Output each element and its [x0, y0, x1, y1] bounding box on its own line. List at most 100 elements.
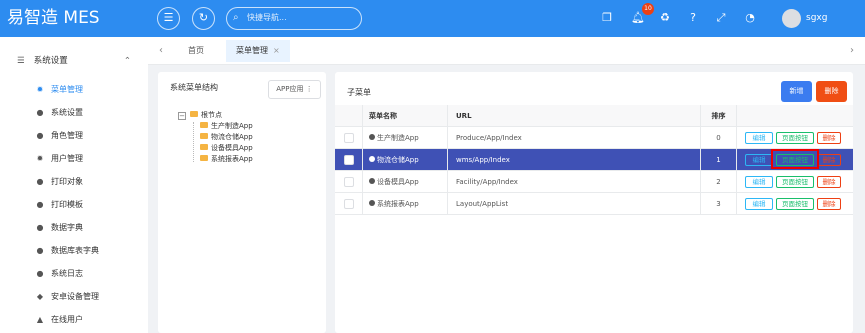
sidebar-item-data-dictionary[interactable]: ● 数据字典 [35, 218, 140, 238]
sidebar-group-label: 系统设置 [33, 56, 68, 66]
row-checkbox[interactable] [344, 177, 354, 187]
refresh-icon[interactable]: ↻ [192, 7, 215, 30]
sidebar-item-print-object[interactable]: ● 打印对象 [35, 172, 140, 192]
dashboard-icon[interactable]: ◔ [742, 10, 758, 26]
page-buttons-button[interactable]: 页面按钮 [776, 176, 814, 188]
sidebar-item-label: 菜单管理 [51, 85, 83, 94]
sidebar-item-label: 系统日志 [51, 269, 83, 278]
menu-name-cell: 设备模具App [363, 171, 448, 193]
sidebar-item-label: 安卓设备管理 [51, 292, 99, 301]
sidebar-item-db-table-dictionary[interactable]: ● 数据库表字典 [35, 241, 140, 261]
tree-node-root[interactable]: 根节点 [190, 110, 222, 121]
url-cell: Facility/App/Index [448, 171, 701, 193]
app-logo: 易智造 MES [7, 8, 100, 28]
remove-button[interactable]: 删除 [817, 154, 841, 166]
top-bar: 易智造 MES ☰ ↻ ⌕ 快捷导航... ❐ 🔔︎ 10 ♻ ? ⤢ ◔ sg… [0, 0, 865, 37]
circle-icon: ● [36, 269, 44, 278]
user-icon: ▲ [36, 315, 44, 324]
sidebar-item-system-settings[interactable]: ● 系统设置 [35, 103, 140, 123]
row-checkbox[interactable] [344, 133, 354, 143]
list-icon: ☰ [17, 56, 25, 66]
row-select-cell [335, 171, 363, 193]
table-row[interactable]: 设备模具App Facility/App/Index 2 编辑 页面按钮 删除 [335, 171, 853, 193]
tree-line [193, 122, 194, 162]
page-buttons-button[interactable]: 页面按钮 [776, 198, 814, 210]
tree-node[interactable]: 设备模具App [200, 143, 253, 154]
windows-icon[interactable]: ❐ [599, 10, 615, 26]
circle-icon: ● [36, 108, 44, 117]
delete-button[interactable]: 删除 [816, 81, 847, 102]
row-select-cell [335, 149, 363, 171]
folder-icon [190, 111, 198, 117]
sidebar-group-system-settings[interactable]: ☰ 系统设置 ⌃ [17, 51, 137, 71]
tab-label: 首页 [188, 46, 204, 55]
avatar[interactable] [782, 9, 801, 28]
menu-tree-panel: 系统菜单结构 APP应用 ⋮ − 根节点 生产制造App 物流仓储App 设备模… [158, 72, 326, 333]
recycle-icon[interactable]: ♻ [657, 10, 673, 26]
sidebar-item-label: 在线用户 [51, 315, 83, 324]
table-row[interactable]: 系统报表App Layout/AppList 3 编辑 页面按钮 删除 [335, 193, 853, 215]
sidebar-item-label: 系统设置 [51, 108, 83, 117]
tabs-bar: ‹ 首页 菜单管理 × › [148, 37, 865, 65]
sidebar-item-role-management[interactable]: ● 角色管理 [35, 126, 140, 146]
sidebar-item-menu-management[interactable]: ✹ 菜单管理 [35, 80, 140, 100]
panel-title: 子菜单 [347, 88, 371, 97]
sidebar-item-print-template[interactable]: ● 打印模板 [35, 195, 140, 215]
close-icon[interactable]: × [273, 46, 280, 55]
column-header: 排序 [701, 105, 737, 127]
table-row[interactable]: 生产制造App Produce/App/Index 0 编辑 页面按钮 删除 [335, 127, 853, 149]
remove-button[interactable]: 删除 [817, 198, 841, 210]
tree-node[interactable]: 系统报表App [200, 154, 253, 165]
row-checkbox[interactable] [344, 155, 354, 165]
scrollbar[interactable] [857, 72, 865, 333]
page-buttons-button[interactable]: 页面按钮 [776, 132, 814, 144]
sidebar-item-android-device[interactable]: ◆ 安卓设备管理 [35, 287, 140, 307]
column-header: 菜单名称 [363, 105, 448, 127]
folder-icon [200, 155, 208, 161]
sidebar-item-system-log[interactable]: ● 系统日志 [35, 264, 140, 284]
remove-button[interactable]: 删除 [817, 176, 841, 188]
order-cell: 2 [701, 171, 737, 193]
edit-button[interactable]: 编辑 [745, 132, 773, 144]
check-circle-icon [369, 200, 375, 206]
remove-button[interactable]: 删除 [817, 132, 841, 144]
menu-name-cell: 物流仓储App [363, 149, 448, 171]
search-input[interactable]: ⌕ 快捷导航... [226, 7, 362, 30]
app-dropdown-button[interactable]: APP应用 ⋮ [268, 80, 321, 99]
chevron-right-icon[interactable]: › [843, 37, 861, 65]
check-circle-icon [369, 134, 375, 140]
help-icon[interactable]: ? [685, 10, 701, 26]
sidebar-item-user-management[interactable]: ✹ 用户管理 [35, 149, 140, 169]
highlight-box [771, 149, 819, 169]
row-select-cell [335, 193, 363, 215]
menu-name-cell: 系统报表App [363, 193, 448, 215]
folder-icon [200, 122, 208, 128]
search-icon: ⌕ [233, 12, 239, 23]
column-header: URL [448, 105, 701, 127]
fullscreen-icon[interactable]: ⤢ [713, 10, 729, 26]
submenu-panel: 子菜单 新增 删除 菜单名称 URL 排序 生产制造App Produce/Ap… [335, 72, 853, 333]
chevron-left-icon[interactable]: ‹ [152, 37, 170, 65]
sidebar-item-online-users[interactable]: ▲ 在线用户 [35, 310, 140, 330]
url-cell: Produce/App/Index [448, 127, 701, 149]
sidebar-item-label: 用户管理 [51, 154, 83, 163]
table-header: 菜单名称 URL 排序 [335, 105, 853, 127]
collapse-icon[interactable]: − [178, 112, 186, 120]
sidebar-item-label: 数据库表字典 [51, 246, 99, 255]
username[interactable]: sgxg [806, 0, 827, 37]
circle-icon: ● [36, 200, 44, 209]
edit-button[interactable]: 编辑 [745, 154, 773, 166]
row-checkbox[interactable] [344, 199, 354, 209]
tree-node[interactable]: 生产制造App [200, 121, 253, 132]
android-icon: ◆ [36, 292, 44, 301]
edit-button[interactable]: 编辑 [745, 176, 773, 188]
check-circle-icon [369, 156, 375, 162]
tab-home[interactable]: 首页 [178, 40, 214, 62]
add-button[interactable]: 新增 [781, 81, 812, 102]
folder-icon [200, 133, 208, 139]
edit-button[interactable]: 编辑 [745, 198, 773, 210]
header-select [335, 105, 363, 127]
tab-menu-management[interactable]: 菜单管理 × [226, 40, 290, 62]
tree-node[interactable]: 物流仓储App [200, 132, 253, 143]
menu-toggle-icon[interactable]: ☰ [157, 7, 180, 30]
